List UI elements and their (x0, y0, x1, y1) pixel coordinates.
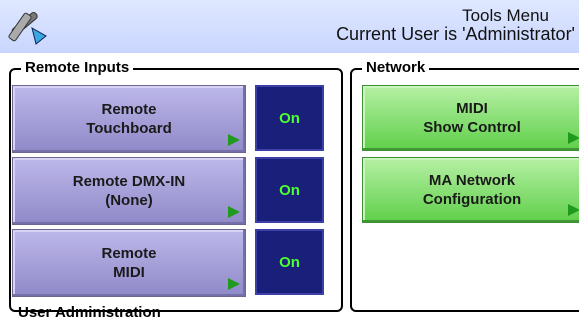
ma-network-configuration-label: MA Network Configuration (422, 172, 522, 208)
remote-touchboard-toggle[interactable]: On (255, 85, 324, 151)
submenu-arrow-icon (568, 132, 579, 144)
remote-midi-label: Remote MIDI (101, 245, 157, 281)
remote-dmx-in-button[interactable]: Remote DMX-IN (None) (12, 157, 246, 225)
remote-midi-button[interactable]: Remote MIDI (12, 229, 246, 297)
user-administration-title: User Administration (18, 304, 161, 321)
ma-network-configuration-button[interactable]: MA Network Configuration (362, 157, 579, 223)
submenu-arrow-icon (228, 278, 240, 290)
header-bar: Tools Menu Current User is 'Administrato… (0, 0, 579, 53)
remote-midi-toggle[interactable]: On (255, 229, 324, 295)
remote-dmx-in-toggle[interactable]: On (255, 157, 324, 223)
submenu-arrow-icon (568, 204, 579, 216)
network-title: Network (362, 59, 430, 76)
midi-show-control-button[interactable]: MIDI Show Control (362, 85, 579, 151)
current-user-status: Current User is 'Administrator' (336, 24, 575, 44)
tools-icon (6, 4, 50, 48)
submenu-arrow-icon (228, 134, 240, 146)
remote-dmx-in-state: On (279, 181, 300, 199)
remote-inputs-title: Remote Inputs (21, 59, 134, 76)
remote-midi-state: On (279, 253, 300, 271)
midi-show-control-label: MIDI Show Control (423, 100, 521, 136)
remote-touchboard-button[interactable]: Remote Touchboard (12, 85, 246, 153)
remote-dmx-in-label: Remote DMX-IN (None) (72, 173, 186, 209)
submenu-arrow-icon (228, 206, 240, 218)
remote-touchboard-label: Remote Touchboard (86, 101, 172, 137)
remote-touchboard-state: On (279, 109, 300, 127)
page-title: Tools Menu (462, 6, 549, 25)
